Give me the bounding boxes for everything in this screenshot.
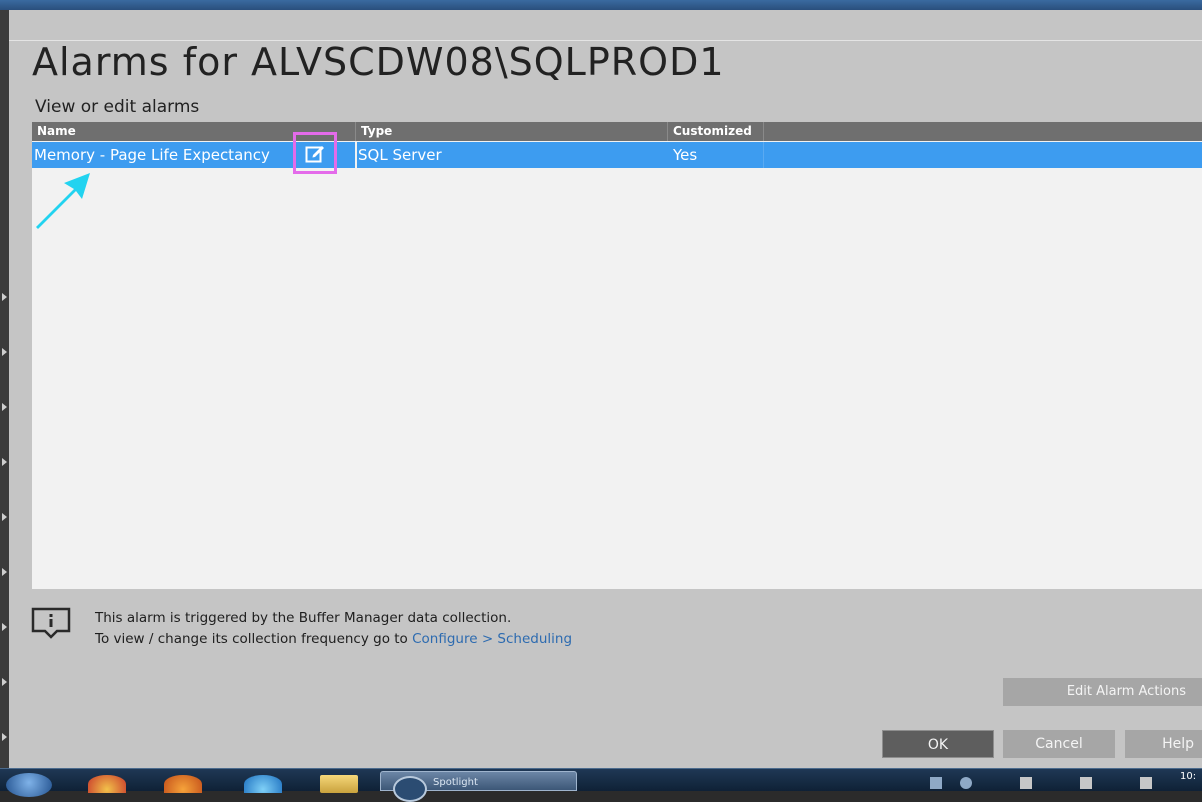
rail-expand-arrow-icon[interactable] bbox=[2, 403, 7, 411]
info-text-line2: To view / change its collection frequenc… bbox=[95, 631, 572, 647]
rail-expand-arrow-icon[interactable] bbox=[2, 733, 7, 741]
file-explorer-icon[interactable] bbox=[320, 775, 358, 793]
grid-header: Name Type Customized bbox=[32, 122, 1202, 141]
cancel-button[interactable]: Cancel bbox=[1003, 730, 1115, 758]
firefox-icon[interactable] bbox=[164, 775, 202, 793]
alarms-grid: Name Type Customized Memory - Page Life … bbox=[32, 122, 1202, 589]
page-subtitle: View or edit alarms bbox=[35, 97, 200, 117]
rail-expand-arrow-icon[interactable] bbox=[2, 623, 7, 631]
info-text-line1: This alarm is triggered by the Buffer Ma… bbox=[95, 610, 512, 626]
taskbar-clock[interactable]: 10: bbox=[1180, 771, 1196, 782]
taskbar-window-label: Spotlight bbox=[433, 777, 478, 788]
rail-expand-arrow-icon[interactable] bbox=[2, 678, 7, 686]
alarms-dialog: Alarms for ALVSCDW08\SQLPROD1 View or ed… bbox=[9, 10, 1202, 768]
edit-alarm-actions-button[interactable]: Edit Alarm Actions bbox=[1003, 678, 1202, 706]
tray-icon[interactable] bbox=[960, 777, 972, 789]
start-orb-icon[interactable] bbox=[6, 773, 52, 797]
rail-expand-arrow-icon[interactable] bbox=[2, 293, 7, 301]
row-divider bbox=[355, 142, 357, 168]
volume-icon[interactable] bbox=[1140, 777, 1152, 789]
left-collapsed-rail bbox=[0, 10, 9, 768]
spotlight-app-icon bbox=[393, 776, 427, 802]
edit-icon[interactable] bbox=[305, 143, 325, 163]
window-top-strip bbox=[0, 0, 1202, 10]
chrome-icon[interactable] bbox=[88, 775, 126, 793]
page-title: Alarms for ALVSCDW08\SQLPROD1 bbox=[32, 40, 725, 84]
column-header-type[interactable]: Type bbox=[356, 122, 668, 141]
tray-icon[interactable] bbox=[930, 777, 942, 789]
cell-customized: Yes bbox=[673, 146, 698, 164]
taskbar-active-window[interactable]: Spotlight bbox=[380, 771, 577, 802]
info-text-prefix: To view / change its collection frequenc… bbox=[95, 631, 413, 647]
row-divider bbox=[763, 142, 764, 168]
cell-type: SQL Server bbox=[358, 146, 442, 164]
taskbar: Spotlight 10: bbox=[0, 768, 1202, 802]
table-row[interactable]: Memory - Page Life Expectancy SQL Server… bbox=[32, 132, 1202, 174]
edit-highlight-box bbox=[293, 132, 337, 174]
annotation-arrow-icon bbox=[36, 173, 90, 229]
column-header-customized[interactable]: Customized bbox=[668, 122, 764, 141]
rail-expand-arrow-icon[interactable] bbox=[2, 458, 7, 466]
rail-expand-arrow-icon[interactable] bbox=[2, 568, 7, 576]
info-icon bbox=[31, 607, 71, 639]
rail-expand-arrow-icon[interactable] bbox=[2, 348, 7, 356]
rail-expand-arrow-icon[interactable] bbox=[2, 513, 7, 521]
tray-icon[interactable] bbox=[1020, 777, 1032, 789]
configure-scheduling-link[interactable]: Configure > Scheduling bbox=[412, 631, 572, 647]
tray-icon[interactable] bbox=[1080, 777, 1092, 789]
internet-explorer-icon[interactable] bbox=[244, 775, 282, 793]
ok-button[interactable]: OK bbox=[882, 730, 994, 758]
help-button[interactable]: Help bbox=[1125, 730, 1202, 758]
